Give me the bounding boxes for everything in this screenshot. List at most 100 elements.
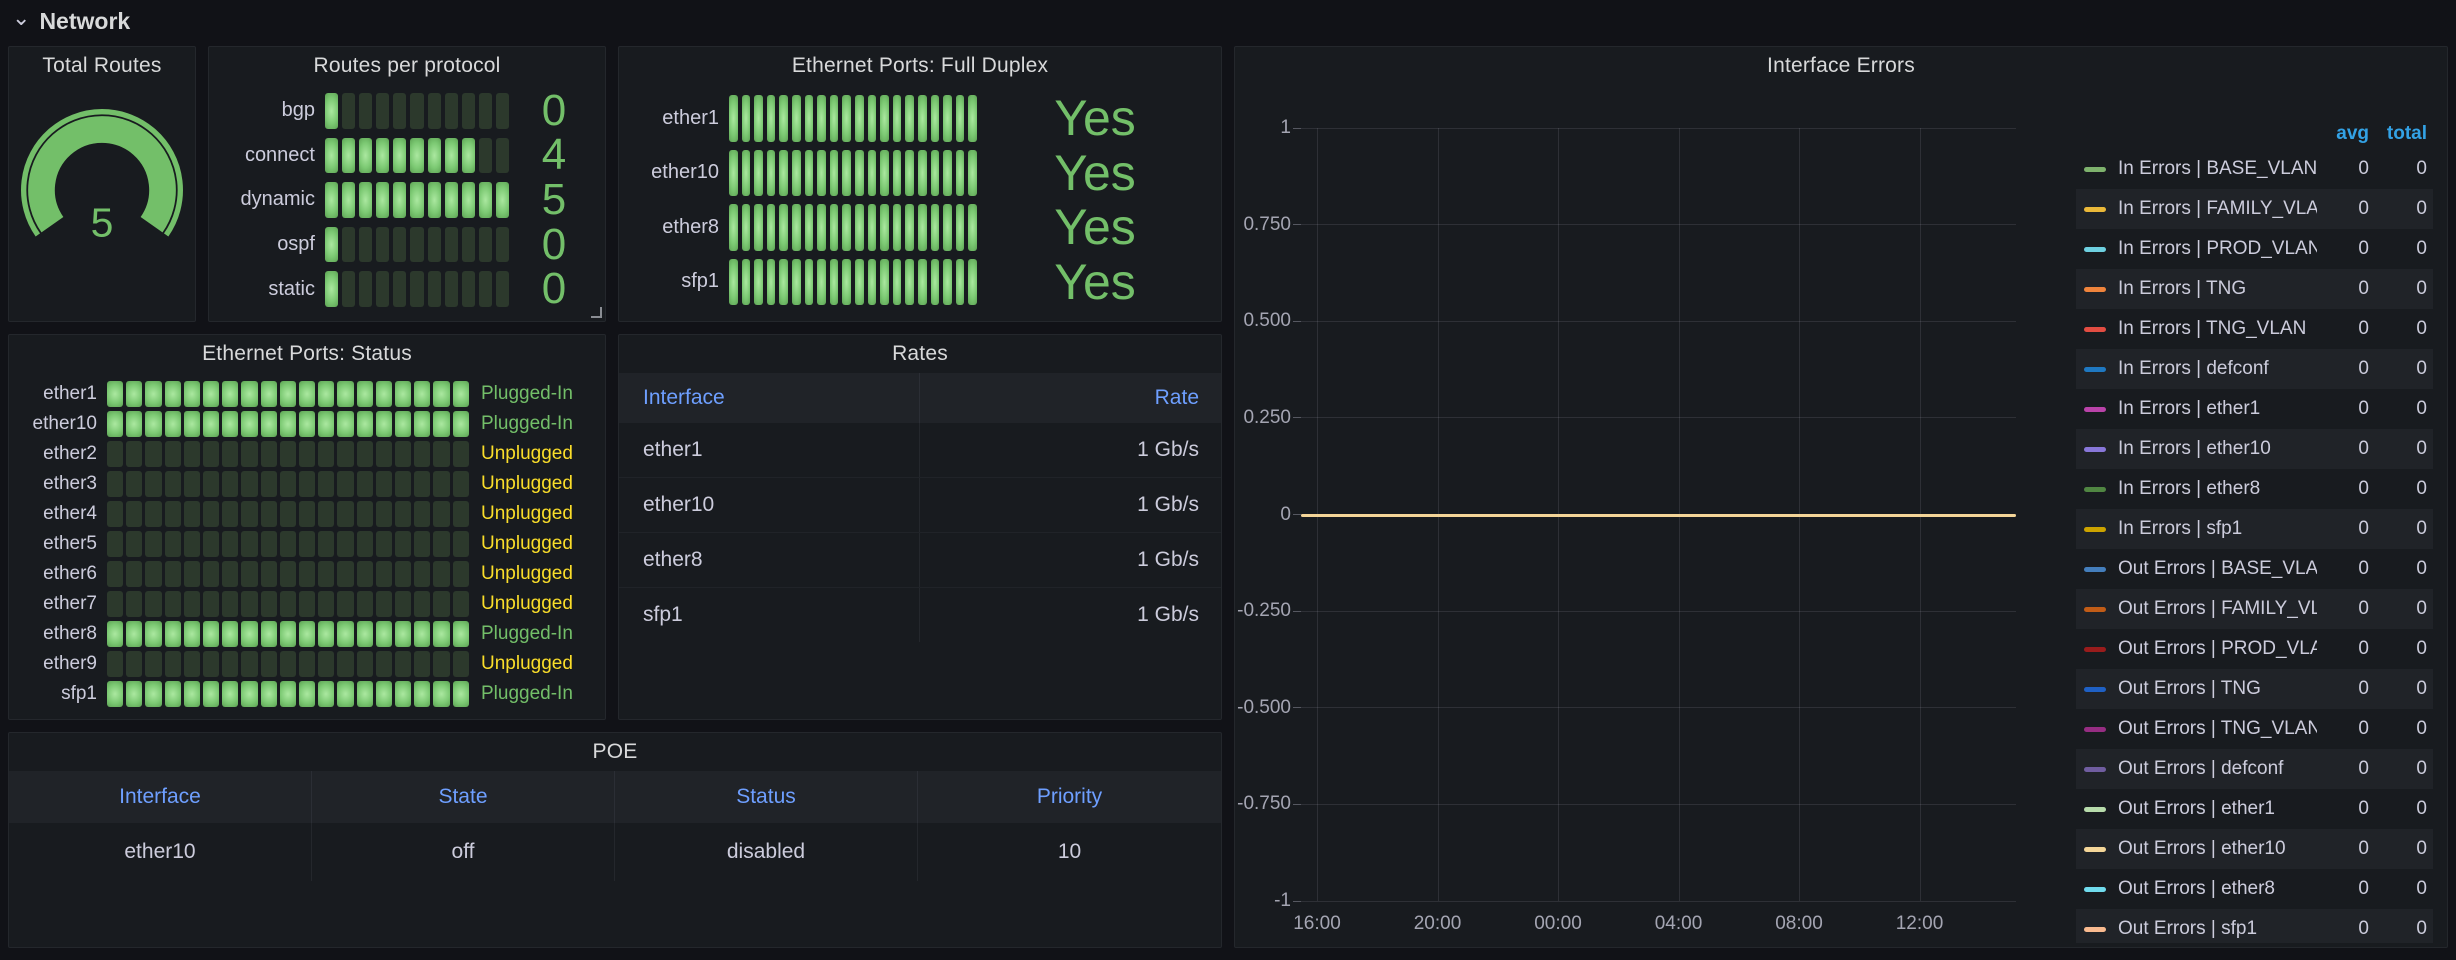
lcd-cell [280,591,296,617]
lcd-cell [126,441,142,467]
lcd-cells [107,681,469,707]
column-header-interface[interactable]: Interface [9,771,312,823]
time-series-plot[interactable] [1301,128,2016,901]
legend-item[interactable]: In Errors | FAMILY_VLAN00 [2076,189,2433,229]
lcd-cell [222,591,238,617]
panel-title[interactable]: Rates [619,335,1221,373]
legend-total-value: 0 [2369,598,2427,620]
lcd-cell [433,441,449,467]
lcd-cell [107,411,123,437]
lcd-cell [126,471,142,497]
table-cell: ether1 [619,423,920,477]
legend-series-name: In Errors | sfp1 [2118,518,2317,540]
series-color-icon [2084,727,2106,732]
lcd-cells [107,561,469,587]
panel-title[interactable]: Interface Errors [1235,47,2447,85]
legend-total-value: 0 [2369,798,2427,820]
table-cell: ether10 [619,478,920,532]
lcd-cell [842,204,851,251]
panel-title[interactable]: Ethernet Ports: Full Duplex [619,47,1221,85]
lcd-row-label: dynamic [227,182,315,218]
lcd-cell [905,259,914,306]
panel-resize-handle[interactable] [591,307,602,318]
lcd-cell [410,227,423,263]
series-color-icon [2084,687,2106,692]
legend-item[interactable]: In Errors | BASE_VLAN00 [2076,149,2433,189]
column-header-rate[interactable]: Rate [920,373,1221,423]
legend-item[interactable]: Out Errors | ether1000 [2076,829,2433,869]
panel-routes-per-protocol: Routes per protocol bgp0connect4dynamic5… [208,46,606,322]
gridline-horizontal [1301,707,2016,708]
lcd-cell [280,561,296,587]
legend-item[interactable]: In Errors | ether1000 [2076,429,2433,469]
legend-avg-value: 0 [2317,398,2369,420]
legend-item[interactable]: Out Errors | sfp100 [2076,909,2433,943]
legend-item[interactable]: In Errors | TNG_VLAN00 [2076,309,2433,349]
legend-series-name: In Errors | TNG [2118,278,2317,300]
lcd-cells [729,259,977,306]
panel-title[interactable]: Ethernet Ports: Status [9,335,605,373]
legend-item[interactable]: Out Errors | TNG_VLAN00 [2076,709,2433,749]
lcd-cell [145,651,161,677]
gauge-arc: 5 [13,101,191,279]
legend-series-name: In Errors | PROD_VLAN [2118,238,2317,260]
legend-avg-value: 0 [2317,718,2369,740]
lcd-cell [943,259,952,306]
lcd-cell [357,381,373,407]
lcd-cell [842,150,851,197]
lcd-row-value: Yes [987,95,1203,142]
column-header-status[interactable]: Status [615,771,918,823]
lcd-cell [433,411,449,437]
column-header-priority[interactable]: Priority [918,771,1221,823]
legend-series-name: Out Errors | TNG [2118,678,2317,700]
legend-column-header-avg[interactable]: avg [2317,123,2369,145]
legend-item[interactable]: In Errors | defconf00 [2076,349,2433,389]
legend-item[interactable]: Out Errors | PROD_VLAN00 [2076,629,2433,669]
series-color-icon [2084,167,2106,172]
column-header-state[interactable]: State [312,771,615,823]
column-header-interface[interactable]: Interface [619,373,920,423]
lcd-cell [299,381,315,407]
x-tick-label: 20:00 [1414,913,1462,935]
lcd-cell [280,471,296,497]
lcd-cell [318,561,334,587]
lcd-cell [479,93,492,129]
legend-item[interactable]: Out Errors | ether100 [2076,789,2433,829]
legend-column-header-total[interactable]: total [2369,123,2427,145]
lcd-cell [203,621,219,647]
legend-item[interactable]: In Errors | TNG00 [2076,269,2433,309]
row-header-network[interactable]: ⌄ Network [12,4,130,38]
panel-title[interactable]: POE [9,733,1221,771]
lcd-cell [165,441,181,467]
legend-item[interactable]: In Errors | sfp100 [2076,509,2433,549]
panel-rates: Rates InterfaceRateether11 Gb/sether101 … [618,334,1222,720]
lcd-cell [280,531,296,557]
panel-title[interactable]: Routes per protocol [209,47,605,85]
legend-item[interactable]: Out Errors | ether800 [2076,869,2433,909]
legend-item[interactable]: In Errors | ether100 [2076,389,2433,429]
lcd-cell [376,138,389,174]
lcd-cell [145,441,161,467]
legend-item[interactable]: In Errors | PROD_VLAN00 [2076,229,2433,269]
legend-item[interactable]: Out Errors | TNG00 [2076,669,2433,709]
lcd-cell [754,204,763,251]
legend-item[interactable]: Out Errors | BASE_VLAN00 [2076,549,2433,589]
lcd-gauge-port-status: ether1Plugged-Inether10Plugged-Inether2U… [9,373,605,719]
x-tick-label: 00:00 [1534,913,1582,935]
panel-title[interactable]: Total Routes [9,47,195,85]
lcd-cell [222,681,238,707]
lcd-row-label: ospf [227,227,315,263]
lcd-cell [376,681,392,707]
legend-item[interactable]: In Errors | ether800 [2076,469,2433,509]
lcd-cell [868,259,877,306]
lcd-cell [337,561,353,587]
legend-item[interactable]: Out Errors | defconf00 [2076,749,2433,789]
legend-total-value: 0 [2369,758,2427,780]
lcd-row: ether8Yes [633,204,1203,251]
table-cell: 1 Gb/s [920,588,1221,642]
panel-total-routes: Total Routes 5 [8,46,196,322]
lcd-row-label: ether2 [17,441,97,467]
lcd-cell [165,381,181,407]
legend-item[interactable]: Out Errors | FAMILY_VLAN00 [2076,589,2433,629]
lcd-cell [433,501,449,527]
